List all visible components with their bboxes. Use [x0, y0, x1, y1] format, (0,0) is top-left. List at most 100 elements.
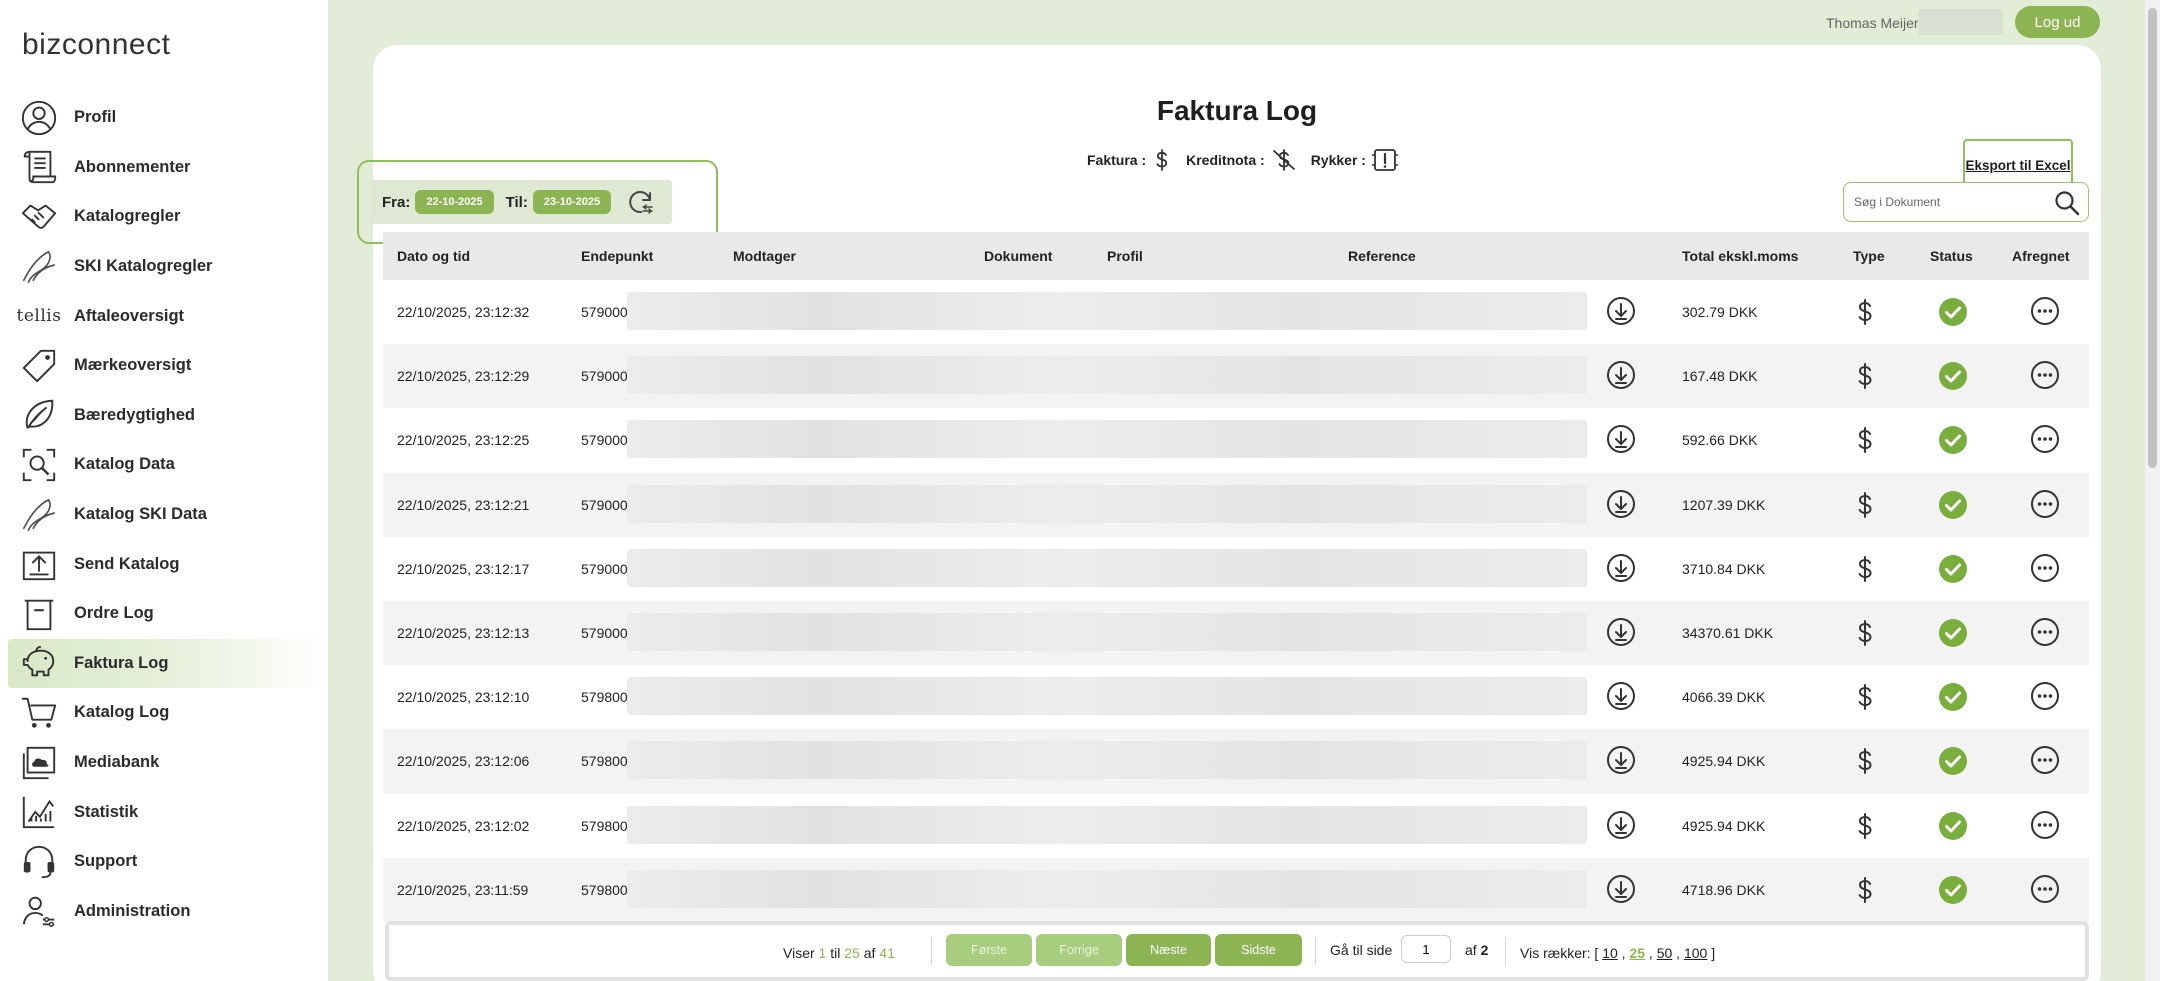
status-ok-icon: [1938, 746, 1968, 779]
sidebar-item-katalog-data[interactable]: Katalog Data: [8, 440, 328, 490]
more-options-icon[interactable]: [2029, 873, 2061, 908]
download-icon[interactable]: [1605, 295, 1637, 330]
scrollbar-thumb[interactable]: [2148, 8, 2157, 468]
table-row[interactable]: 22/10/2025, 23:12:06 5798009 4925.94 DKK: [383, 729, 2089, 794]
download-icon[interactable]: [1605, 809, 1637, 844]
download-icon[interactable]: [1605, 552, 1637, 587]
invoice-table: Dato og tid Endepunkt Modtager Dokument …: [383, 232, 2089, 922]
status-ok-icon: [1938, 361, 1968, 394]
record-count: Viser 1 til 25 af 41: [783, 945, 895, 961]
table-row[interactable]: 22/10/2025, 23:12:02 5798007 4925.94 DKK: [383, 793, 2089, 858]
cell-datetime: 22/10/2025, 23:12:02: [397, 817, 530, 834]
cell-datetime: 22/10/2025, 23:11:59: [397, 881, 529, 898]
from-date-picker[interactable]: 22-10-2025: [415, 190, 494, 214]
more-options-icon[interactable]: [2029, 359, 2061, 394]
table-row[interactable]: 22/10/2025, 23:12:13 5790001 34370.61 DKK: [383, 600, 2089, 666]
sidebar-item-send-katalog[interactable]: Send Katalog: [8, 539, 328, 589]
header-reference[interactable]: Reference: [1348, 248, 1416, 264]
first-page-button[interactable]: Første: [946, 934, 1032, 966]
status-ok-icon: [1938, 297, 1968, 330]
sidebar-item-label: Katalog Log: [74, 703, 170, 722]
total-pages-value: 2: [1480, 942, 1489, 958]
of-label: af: [863, 945, 876, 961]
header-profile[interactable]: Profil: [1107, 248, 1143, 264]
table-row[interactable]: 22/10/2025, 23:12:25 5790002 592.66 DKK: [383, 408, 2089, 473]
headset-icon: [18, 841, 60, 883]
sidebar-item-administration[interactable]: Administration: [8, 887, 328, 937]
sidebar-item-label: Katalog Data: [74, 455, 175, 474]
sidebar-item-aftaleoversigt[interactable]: tellis Aftaleoversigt: [8, 291, 328, 341]
cell-datetime: 22/10/2025, 23:12:06: [397, 753, 530, 770]
sidebar-item-katalog-ski-data[interactable]: Katalog SKI Data: [8, 490, 328, 540]
last-page-button[interactable]: Sidste: [1215, 934, 1302, 966]
download-icon[interactable]: [1605, 873, 1637, 908]
logout-button[interactable]: Log ud: [2015, 6, 2100, 38]
rows-option-25[interactable]: 25: [1629, 945, 1645, 961]
more-options-icon[interactable]: [2029, 616, 2061, 651]
search-input[interactable]: [1844, 195, 2034, 209]
box-icon: [18, 593, 60, 635]
record-to: 25: [844, 945, 860, 961]
table-row[interactable]: 22/10/2025, 23:12:32 5790002 302.79 DKK: [383, 280, 2089, 345]
download-icon[interactable]: [1605, 680, 1637, 715]
sidebar-item-ski-katalogregler[interactable]: SKI Katalogregler: [8, 242, 328, 292]
to-date-picker[interactable]: 23-10-2025: [532, 190, 612, 214]
goto-page-input[interactable]: [1401, 935, 1451, 963]
record-from: 1: [818, 945, 827, 961]
rows-option-10[interactable]: 10: [1602, 945, 1618, 961]
download-icon[interactable]: [1605, 616, 1637, 651]
table-row[interactable]: 22/10/2025, 23:12:21 5790002 1207.39 DKK: [383, 472, 2089, 537]
cell-total: 3710.84 DKK: [1682, 560, 1766, 577]
scan-search-icon: [18, 444, 60, 486]
rows-option-50[interactable]: 50: [1657, 945, 1673, 961]
prev-page-button[interactable]: Forrige: [1036, 934, 1122, 966]
more-options-icon[interactable]: [2029, 423, 2061, 458]
dollar-off-icon: [1272, 149, 1295, 171]
more-options-icon[interactable]: [2029, 744, 2061, 779]
more-options-icon[interactable]: [2029, 295, 2061, 330]
header-status[interactable]: Status: [1930, 248, 1973, 264]
main-card: Faktura Log Faktura : Kreditnota : Rykke…: [357, 45, 2101, 981]
sidebar-item-baeredygtighed[interactable]: Bæredygtighed: [8, 391, 328, 441]
search-icon[interactable]: [2054, 190, 2080, 216]
sidebar-item-faktura-log[interactable]: Faktura Log: [8, 638, 328, 689]
download-icon[interactable]: [1605, 488, 1637, 523]
next-page-button[interactable]: Næste: [1126, 934, 1211, 966]
table-row[interactable]: 22/10/2025, 23:11:59 5798005 4718.96 DKK: [383, 857, 2089, 922]
search-box: [1843, 182, 2089, 222]
redacted-cells: [627, 356, 1587, 395]
bizconnect-logo[interactable]: bizconnect: [22, 28, 170, 62]
download-icon[interactable]: [1605, 744, 1637, 779]
type-legend: Faktura : Kreditnota : Rykker :: [1087, 147, 1412, 173]
header-receiver[interactable]: Modtager: [733, 248, 796, 264]
download-icon[interactable]: [1605, 359, 1637, 394]
more-options-icon[interactable]: [2029, 488, 2061, 523]
header-datetime[interactable]: Dato og tid: [397, 248, 470, 264]
header-settled[interactable]: Afregnet: [2012, 248, 2070, 264]
status-ok-icon: [1938, 875, 1968, 908]
sidebar-item-statistik[interactable]: Statistik: [8, 787, 328, 837]
rows-option-100[interactable]: 100: [1684, 945, 1707, 961]
header-endpoint[interactable]: Endepunkt: [581, 248, 653, 264]
header-type[interactable]: Type: [1853, 248, 1885, 264]
table-row[interactable]: 22/10/2025, 23:12:10 5798005 4066.39 DKK: [383, 665, 2089, 730]
more-options-icon[interactable]: [2029, 552, 2061, 587]
divider: [1315, 937, 1316, 965]
header-total[interactable]: Total ekskl.moms: [1682, 248, 1798, 264]
refresh-filter-icon[interactable]: [625, 187, 655, 217]
sidebar-item-ordre-log[interactable]: Ordre Log: [8, 589, 328, 639]
sidebar-item-profil[interactable]: Profil: [8, 93, 328, 143]
sidebar-item-katalogregler[interactable]: Katalogregler: [8, 192, 328, 242]
download-icon[interactable]: [1605, 423, 1637, 458]
status-ok-icon: [1938, 425, 1968, 458]
sidebar-item-abonnementer[interactable]: Abonnementer: [8, 143, 328, 193]
table-row[interactable]: 22/10/2025, 23:12:29 5790002 167.48 DKK: [383, 344, 2089, 409]
sidebar-item-maerkeoversigt[interactable]: Mærkeoversigt: [8, 341, 328, 391]
sidebar-item-support[interactable]: Support: [8, 837, 328, 887]
more-options-icon[interactable]: [2029, 809, 2061, 844]
table-row[interactable]: 22/10/2025, 23:12:17 5790002 3710.84 DKK: [383, 536, 2089, 601]
header-document[interactable]: Dokument: [984, 248, 1052, 264]
sidebar-item-mediabank[interactable]: Mediabank: [8, 738, 328, 788]
more-options-icon[interactable]: [2029, 680, 2061, 715]
sidebar-item-katalog-log[interactable]: Katalog Log: [8, 688, 328, 738]
